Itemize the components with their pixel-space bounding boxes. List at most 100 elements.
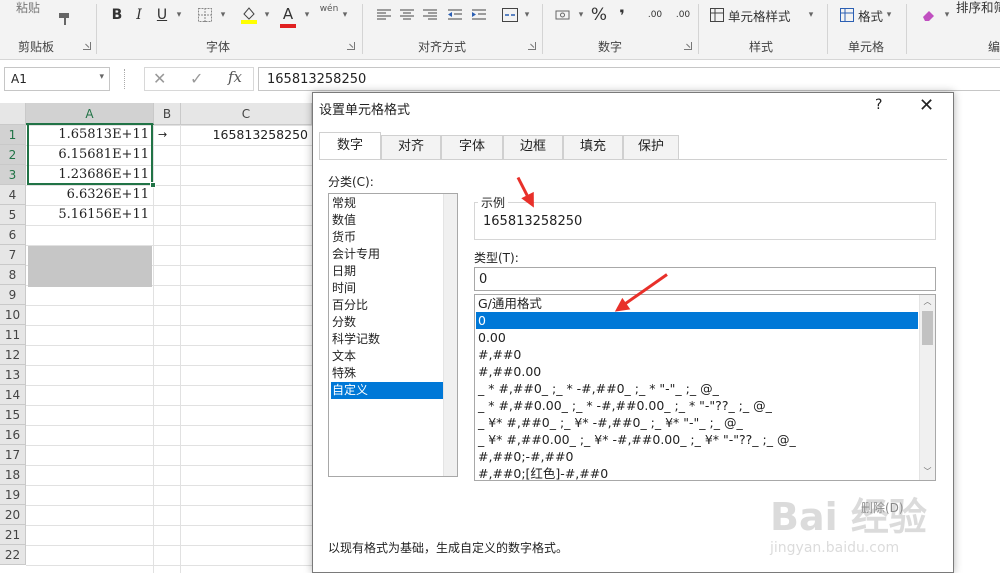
category-item[interactable]: 日期: [331, 263, 444, 280]
scroll-down-icon[interactable]: ﹀: [920, 465, 935, 479]
tab-protection[interactable]: 保护: [623, 135, 679, 159]
type-list[interactable]: G/通用格式 0 0.00 #,##0 #,##0.00 _ * #,##0_ ;_ * …: [474, 294, 936, 481]
chevron-down-icon[interactable]: ▾: [884, 4, 894, 26]
scroll-up-icon[interactable]: ︿: [920, 295, 935, 309]
chevron-down-icon[interactable]: ▾: [806, 4, 816, 26]
row-header[interactable]: 6: [0, 225, 26, 245]
category-list[interactable]: 常规 数值 货币 会计专用 日期 时间 百分比 分数 科学记数 文本 特殊 自定义: [328, 193, 458, 477]
cell-a3[interactable]: 1.23686E+11: [26, 165, 152, 185]
type-input[interactable]: 0: [474, 267, 936, 291]
merge-center-icon[interactable]: [500, 4, 520, 26]
cancel-icon[interactable]: ✕: [153, 69, 166, 88]
row-header[interactable]: 20: [0, 505, 26, 525]
help-button[interactable]: ?: [875, 97, 882, 113]
type-scrollbar[interactable]: ︿ ﹀: [919, 295, 935, 480]
column-header-b[interactable]: B: [154, 103, 181, 125]
row-header[interactable]: 12: [0, 345, 26, 365]
row-header[interactable]: 21: [0, 525, 26, 545]
row-header[interactable]: 9: [0, 285, 26, 305]
paste-button[interactable]: 粘贴: [16, 0, 40, 18]
row-header[interactable]: 10: [0, 305, 26, 325]
increase-indent-icon[interactable]: [470, 4, 488, 26]
column-header-c[interactable]: C: [181, 103, 312, 125]
tab-border[interactable]: 边框: [503, 135, 563, 159]
clipboard-launcher-icon[interactable]: [83, 42, 91, 50]
cell-styles-icon[interactable]: [708, 4, 726, 26]
row-header[interactable]: 1: [0, 125, 26, 145]
row-header[interactable]: 16: [0, 425, 26, 445]
column-header-a[interactable]: A: [26, 103, 154, 125]
type-list-item[interactable]: _ ¥* #,##0_ ;_ ¥* -#,##0_ ;_ ¥* "-"_ ;_ …: [476, 414, 918, 431]
align-left-icon[interactable]: [375, 4, 393, 26]
row-header[interactable]: 22: [0, 545, 26, 565]
font-launcher-icon[interactable]: [347, 42, 355, 50]
row-header[interactable]: 4: [0, 185, 26, 205]
font-color-button[interactable]: A: [280, 4, 296, 28]
number-launcher-icon[interactable]: [684, 42, 692, 50]
category-item[interactable]: 数值: [331, 212, 444, 229]
chevron-down-icon[interactable]: ▾: [522, 4, 532, 26]
row-header[interactable]: 17: [0, 445, 26, 465]
category-item[interactable]: 文本: [331, 348, 444, 365]
sort-filter-button[interactable]: 排序和筛: [956, 0, 1000, 17]
increase-decimal-button[interactable]: .00: [644, 4, 666, 26]
tab-number[interactable]: 数字: [319, 132, 381, 159]
category-item[interactable]: 货币: [331, 229, 444, 246]
cell-a2[interactable]: 6.15681E+11: [26, 145, 152, 165]
chevron-down-icon[interactable]: ▾: [174, 4, 184, 26]
type-list-item[interactable]: _ ¥* #,##0.00_ ;_ ¥* -#,##0.00_ ;_ ¥* "-…: [476, 431, 918, 448]
tab-alignment[interactable]: 对齐: [381, 135, 441, 159]
type-list-item[interactable]: 0: [476, 312, 918, 329]
chevron-down-icon[interactable]: ▾: [576, 4, 586, 26]
row-header[interactable]: 5: [0, 205, 26, 225]
select-all-corner[interactable]: [0, 103, 26, 125]
row-header[interactable]: 14: [0, 385, 26, 405]
type-list-item[interactable]: #,##0: [476, 346, 918, 363]
row-header[interactable]: 11: [0, 325, 26, 345]
underline-button[interactable]: U: [155, 4, 169, 26]
alignment-launcher-icon[interactable]: [528, 42, 536, 50]
category-item[interactable]: 时间: [331, 280, 444, 297]
format-icon[interactable]: [838, 4, 856, 26]
chevron-down-icon[interactable]: ▾: [218, 4, 228, 26]
name-box[interactable]: A1 ▾: [4, 67, 110, 91]
scrollbar-thumb[interactable]: [922, 311, 933, 345]
category-scrollbar[interactable]: [443, 194, 457, 476]
comma-style-button[interactable]: ❜: [616, 4, 628, 26]
cell-a1[interactable]: 1.65813E+11: [26, 125, 152, 145]
cell-a4[interactable]: 6.6326E+11: [26, 185, 152, 205]
chevron-down-icon[interactable]: ▾: [302, 4, 312, 26]
chevron-down-icon[interactable]: ▾: [340, 4, 350, 26]
align-center-icon[interactable]: [398, 4, 416, 26]
category-item[interactable]: 百分比: [331, 297, 444, 314]
close-icon[interactable]: ✕: [919, 95, 934, 116]
percent-button[interactable]: %: [590, 4, 608, 26]
cell-c1[interactable]: 165813258250: [181, 125, 311, 145]
chevron-down-icon[interactable]: ▾: [942, 4, 952, 26]
check-icon[interactable]: ✓: [190, 69, 203, 88]
type-list-item[interactable]: _ * #,##0_ ;_ * -#,##0_ ;_ * "-"_ ;_ @_: [476, 380, 918, 397]
row-header[interactable]: 7: [0, 245, 26, 265]
bold-button[interactable]: B: [110, 4, 124, 26]
type-list-item[interactable]: 0.00: [476, 329, 918, 346]
chevron-down-icon[interactable]: ▾: [262, 4, 272, 26]
insert-function-button[interactable]: fx: [228, 68, 242, 86]
type-list-item[interactable]: #,##0.00: [476, 363, 918, 380]
type-list-item[interactable]: G/通用格式: [476, 295, 918, 312]
row-header[interactable]: 8: [0, 265, 26, 285]
fill-color-icon[interactable]: [240, 4, 258, 26]
tab-font[interactable]: 字体: [441, 135, 503, 159]
category-item[interactable]: 分数: [331, 314, 444, 331]
align-right-icon[interactable]: [421, 4, 439, 26]
tab-fill[interactable]: 填充: [563, 135, 623, 159]
italic-button[interactable]: I: [133, 4, 145, 26]
decrease-decimal-button[interactable]: .00: [672, 4, 694, 26]
row-header[interactable]: 18: [0, 465, 26, 485]
category-item[interactable]: 常规: [331, 195, 444, 212]
format-painter-icon[interactable]: [56, 8, 74, 30]
decrease-indent-icon[interactable]: [446, 4, 464, 26]
row-header[interactable]: 19: [0, 485, 26, 505]
format-button[interactable]: 格式: [858, 4, 883, 26]
phonetic-button[interactable]: wén: [319, 4, 339, 26]
formula-input[interactable]: 165813258250: [258, 67, 1000, 91]
